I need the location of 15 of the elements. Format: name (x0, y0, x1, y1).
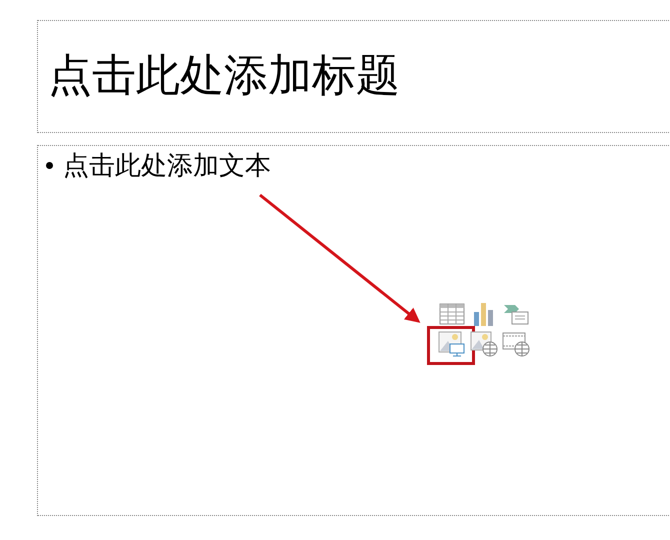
insert-button[interactable] (470, 331, 498, 358)
body-text: 点击此处添加文本 (63, 150, 271, 182)
insert-button[interactable] (438, 331, 466, 358)
smartart-icon (503, 303, 529, 326)
content-placeholder[interactable]: 点击此处添加文本 (37, 145, 670, 516)
bullet-icon (46, 162, 53, 170)
title-text: 点击此处添加标题 (48, 50, 400, 102)
table-icon (439, 303, 465, 326)
picture-icon (438, 331, 466, 358)
insert-button[interactable] (502, 331, 530, 358)
title-placeholder[interactable]: 点击此处添加标题 (37, 20, 670, 133)
picture-globe-icon (470, 331, 498, 358)
insert-button[interactable] (438, 301, 466, 328)
bar-chart-icon (473, 302, 495, 326)
film-globe-icon (502, 331, 530, 358)
